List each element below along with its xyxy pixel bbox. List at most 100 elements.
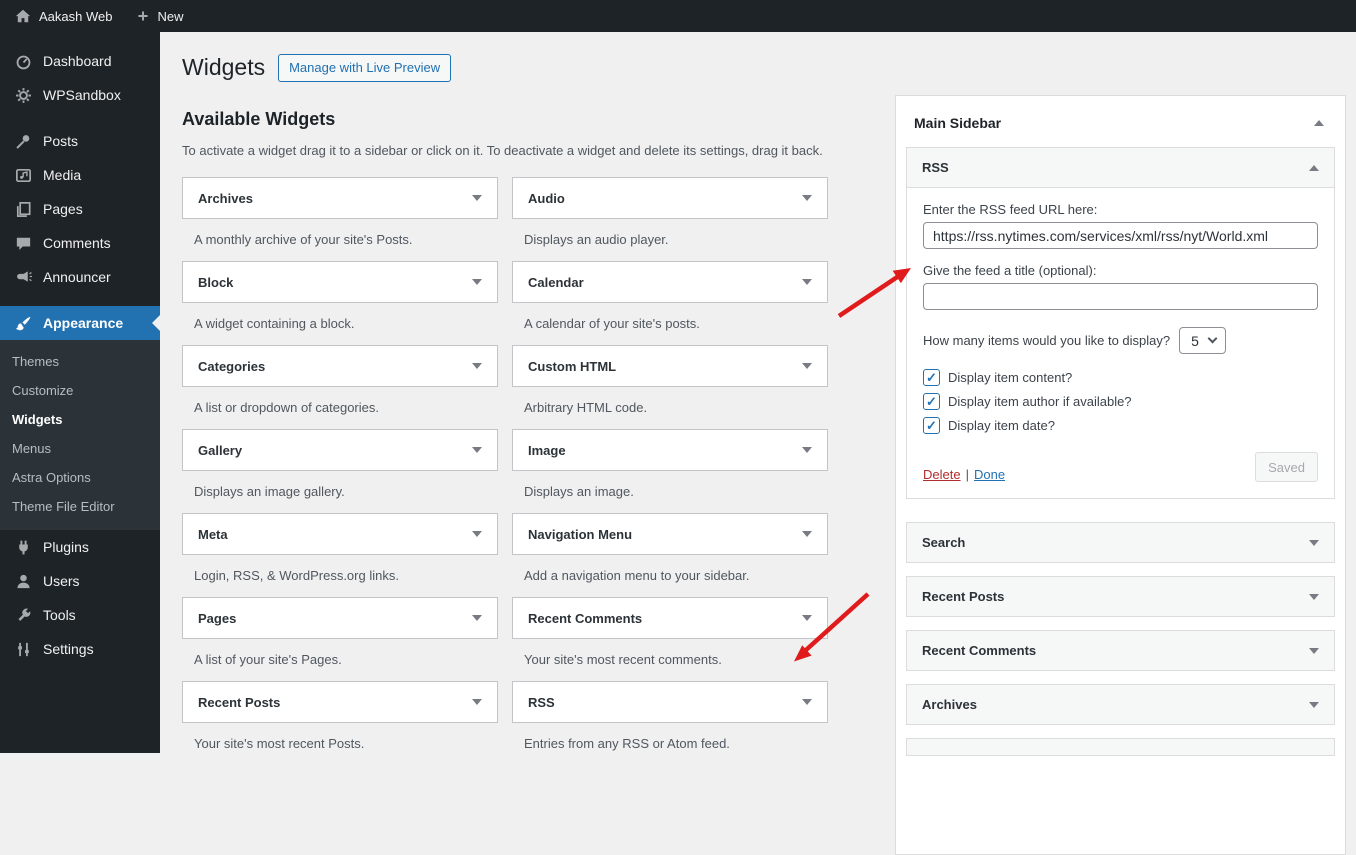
media-icon xyxy=(13,166,33,185)
available-widgets-title: Available Widgets xyxy=(182,109,336,129)
available-widget-card[interactable]: Recent Posts xyxy=(182,681,498,723)
sidebar-item-settings[interactable]: Settings xyxy=(0,632,160,666)
chevron-down-icon[interactable] xyxy=(1309,593,1319,600)
available-widget-card[interactable]: Pages xyxy=(182,597,498,639)
available-widget-card[interactable]: RSS xyxy=(512,681,828,723)
sidebar-item-label: Tools xyxy=(43,607,76,623)
sidebar-item-dashboard[interactable]: Dashboard xyxy=(0,44,160,78)
rss-widget-header[interactable]: RSS xyxy=(907,148,1334,188)
checkbox-checked-icon[interactable] xyxy=(923,369,940,386)
available-widget-card[interactable]: Block xyxy=(182,261,498,303)
available-widgets-grid: Archives A monthly archive of your site'… xyxy=(182,177,830,765)
chevron-down-icon[interactable] xyxy=(1309,701,1319,708)
new-content-menu[interactable]: New xyxy=(124,0,195,32)
sidebar-item-tools[interactable]: Tools xyxy=(0,598,160,632)
sidebar-item-label: Comments xyxy=(43,235,111,251)
submenu-item-theme-file-editor[interactable]: Theme File Editor xyxy=(0,492,160,521)
available-widget-card[interactable]: Archives xyxy=(182,177,498,219)
widget-name: Calendar xyxy=(528,274,584,290)
submenu-item-astra-options[interactable]: Astra Options xyxy=(0,463,160,492)
checkbox-checked-icon[interactable] xyxy=(923,393,940,410)
chevron-down-icon[interactable] xyxy=(802,699,812,705)
chevron-down-icon[interactable] xyxy=(802,531,812,537)
available-widget-cell: Categories A list or dropdown of categor… xyxy=(182,345,498,429)
chevron-down-icon[interactable] xyxy=(802,279,812,285)
dashboard-icon xyxy=(13,52,33,71)
sidebar-widget-box: Archives xyxy=(906,684,1335,725)
items-count-value: 5 xyxy=(1191,332,1199,349)
sidebar-item-announcer[interactable]: Announcer xyxy=(0,260,160,294)
submenu-item-themes[interactable]: Themes xyxy=(0,347,160,376)
sidebar-item-wpsandbox[interactable]: WPSandbox xyxy=(0,78,160,112)
sliders-icon xyxy=(13,640,33,659)
checkbox-checked-icon[interactable] xyxy=(923,417,940,434)
submenu-item-menus[interactable]: Menus xyxy=(0,434,160,463)
chevron-down-icon[interactable] xyxy=(472,279,482,285)
sidebar-item-label: Plugins xyxy=(43,539,89,555)
manage-live-preview-button[interactable]: Manage with Live Preview xyxy=(278,53,452,82)
done-link[interactable]: Done xyxy=(974,467,1005,482)
available-widget-card[interactable]: Categories xyxy=(182,345,498,387)
feed-title-label: Give the feed a title (optional): xyxy=(923,263,1097,278)
available-widget-card[interactable]: Audio xyxy=(512,177,828,219)
chevron-down-icon[interactable] xyxy=(802,615,812,621)
collapse-up-icon[interactable] xyxy=(1314,120,1324,126)
available-widget-card[interactable]: Image xyxy=(512,429,828,471)
sidebar-widget-box-partial xyxy=(906,738,1335,756)
main-sidebar-title: Main Sidebar xyxy=(914,115,1002,131)
chevron-down-icon[interactable] xyxy=(802,447,812,453)
sidebar-item-users[interactable]: Users xyxy=(0,564,160,598)
sidebar-item-plugins[interactable]: Plugins xyxy=(0,530,160,564)
sidebar-widget-header[interactable]: Search xyxy=(907,523,1334,562)
available-widgets-section: Available Widgets To activate a widget d… xyxy=(182,109,830,765)
saved-button[interactable]: Saved xyxy=(1255,452,1318,482)
available-widget-cell: Archives A monthly archive of your site'… xyxy=(182,177,498,261)
sidebar-item-pages[interactable]: Pages xyxy=(0,192,160,226)
submenu-item-customize[interactable]: Customize xyxy=(0,376,160,405)
available-widget-card[interactable]: Navigation Menu xyxy=(512,513,828,555)
checkbox-row: Display item content? xyxy=(923,369,1318,386)
available-widget-card[interactable]: Meta xyxy=(182,513,498,555)
rss-url-input[interactable] xyxy=(923,222,1318,249)
rss-url-label: Enter the RSS feed URL here: xyxy=(923,202,1098,217)
chevron-down-icon[interactable] xyxy=(1309,647,1319,654)
sidebar-widget-title: Search xyxy=(922,535,966,550)
sidebar-item-media[interactable]: Media xyxy=(0,158,160,192)
brush-icon xyxy=(13,314,33,333)
chevron-down-icon[interactable] xyxy=(802,195,812,201)
available-widget-card[interactable]: Gallery xyxy=(182,429,498,471)
items-count-select[interactable]: 5 xyxy=(1179,327,1227,354)
chevron-down-icon[interactable] xyxy=(472,363,482,369)
submenu-item-widgets[interactable]: Widgets xyxy=(0,405,160,434)
checkbox-label[interactable]: Display item date? xyxy=(948,418,1055,433)
chevron-down-icon[interactable] xyxy=(472,615,482,621)
delete-link[interactable]: Delete xyxy=(923,467,961,482)
sidebar-item-posts[interactable]: Posts xyxy=(0,124,160,158)
sidebar-item-comments[interactable]: Comments xyxy=(0,226,160,260)
available-widget-card[interactable]: Custom HTML xyxy=(512,345,828,387)
chevron-down-icon[interactable] xyxy=(472,195,482,201)
site-name-menu[interactable]: Aakash Web xyxy=(2,0,124,32)
available-widget-card[interactable]: Recent Comments xyxy=(512,597,828,639)
sidebar-widget-header[interactable]: Recent Comments xyxy=(907,631,1334,670)
chevron-down-icon[interactable] xyxy=(1309,539,1319,546)
chevron-down-icon[interactable] xyxy=(472,531,482,537)
widget-description: Your site's most recent Posts. xyxy=(194,736,365,751)
chevron-down-icon[interactable] xyxy=(472,447,482,453)
collapsed-widgets-list: Search Recent Posts Recent Comments Arch… xyxy=(896,522,1345,725)
sidebar-widget-header[interactable]: Recent Posts xyxy=(907,577,1334,616)
sidebar-widget-header[interactable]: Archives xyxy=(907,685,1334,724)
sidebar-item-appearance[interactable]: Appearance xyxy=(0,306,160,340)
widget-action-links: Delete | Done xyxy=(923,467,1005,482)
chevron-down-icon[interactable] xyxy=(472,699,482,705)
pages-icon xyxy=(13,200,33,219)
main-sidebar-panel: Main Sidebar RSS Enter the RSS feed URL … xyxy=(895,95,1346,855)
available-widget-card[interactable]: Calendar xyxy=(512,261,828,303)
checkbox-label[interactable]: Display item content? xyxy=(948,370,1072,385)
gear-icon xyxy=(13,86,33,105)
chevron-down-icon[interactable] xyxy=(802,363,812,369)
widget-description: Your site's most recent comments. xyxy=(524,652,722,667)
feed-title-input[interactable] xyxy=(923,283,1318,310)
checkbox-label[interactable]: Display item author if available? xyxy=(948,394,1132,409)
collapse-up-icon[interactable] xyxy=(1309,164,1319,171)
